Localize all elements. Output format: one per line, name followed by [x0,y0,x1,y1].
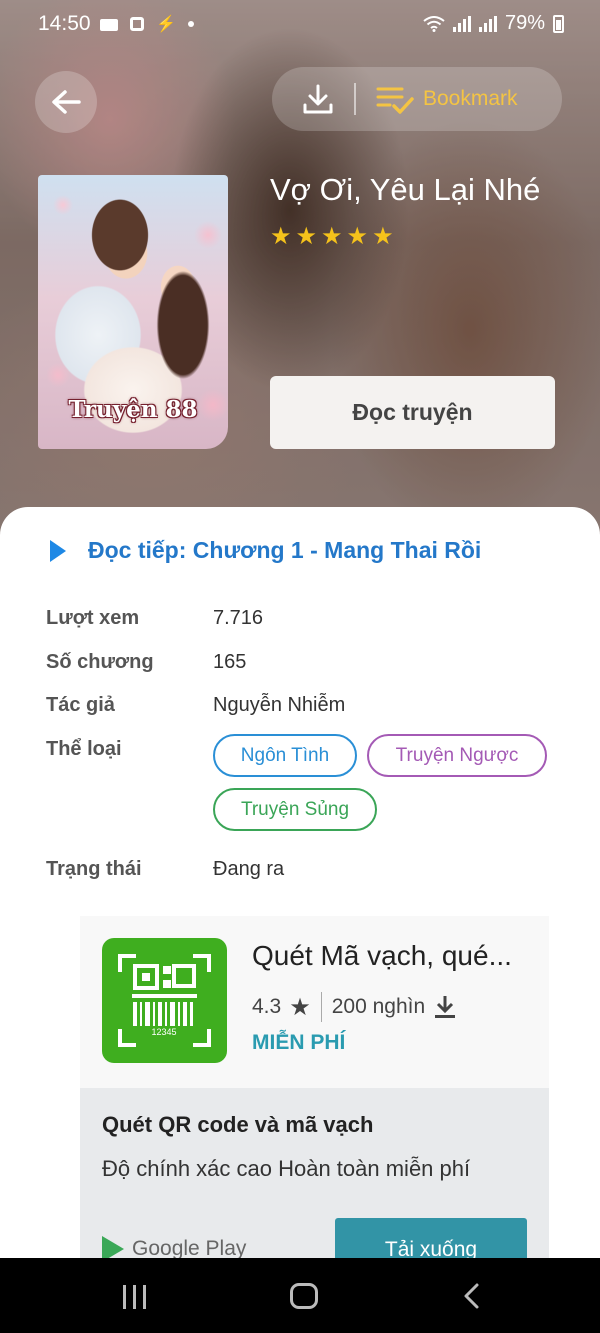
author-label: Tác giả [46,694,115,716]
ad-app-meta: 4.3 ★ 200 nghìn [252,992,457,1022]
book-cover: Truyện 88 [38,175,228,449]
chapters-value: 165 [213,651,247,673]
arrow-left-icon [52,90,81,114]
bookmark-button[interactable]: Bookmark [423,87,518,111]
status-time: 14:50 [38,12,91,35]
wifi-icon [423,15,445,32]
genre-label: Thể loại [46,738,122,760]
barcode-digits: 12345 [151,1027,176,1037]
pill-divider [354,83,356,115]
status-notification-icons: ⚡ [100,14,194,34]
ad-price: MIỄN PHÍ [252,1031,346,1054]
continue-reading-text: Đọc tiếp: Chương 1 - Mang Thai Rồi [88,537,482,563]
author-value[interactable]: Nguyễn Nhiễm [213,694,345,717]
recent-apps-button[interactable] [123,1285,146,1309]
more-notifications-dot-icon [187,21,194,27]
star-icon: ★ [321,223,343,250]
book-title: Vợ Ơi, Yêu Lại Nhé [270,172,541,207]
home-button[interactable] [290,1283,318,1309]
star-icon: ★ [346,223,369,250]
ad-description: Độ chính xác cao Hoàn toàn miễn phí [102,1156,471,1181]
video-camera-icon [100,19,118,31]
details-sheet: Đọc tiếp: Chương 1 - Mang Thai Rồi Lượt … [0,507,600,1267]
status-label: Trạng thái [46,858,142,880]
genre-tag[interactable]: Truyện Ngược [367,734,547,777]
action-pill: Bookmark [272,67,562,131]
flash-icon: ⚡ [156,16,176,33]
battery-percent: 79% [504,12,545,34]
battery-icon [553,14,564,33]
continue-reading-link[interactable]: Đọc tiếp: Chương 1 - Mang Thai Rồi [50,537,481,564]
genre-tag[interactable]: Ngôn Tình [213,734,357,777]
ad-description-area: Quét QR code và mã vạch Độ chính xác cao… [80,1088,549,1267]
status-value: Đang ra [213,858,285,880]
genre-tag[interactable]: Truyện Sủng [213,788,377,831]
cover-brand-text: Truyện 88 [68,396,198,423]
signal-icon [452,15,471,32]
read-button[interactable]: Đọc truyện [270,376,555,449]
meta-divider [320,992,322,1022]
status-bar: 14:50 ⚡ 79% [0,0,600,48]
system-navigation-bar [0,1258,600,1333]
ad-app-title[interactable]: Quét Mã vạch, qué... [252,940,512,972]
barcode-app-icon: 12345 [102,938,227,1063]
play-icon [50,539,66,562]
rating-stars: ★ ★ ★ ★ ★ [270,225,394,249]
star-icon: ★ [372,223,394,250]
notification-app-icon [130,17,144,31]
star-icon: ★ [289,993,311,1021]
back-button[interactable] [35,71,97,133]
ad-rating: 4.3 [252,995,282,1018]
status-system-icons: 79% [423,12,564,35]
views-value: 7.716 [213,607,264,629]
nav-back-button[interactable] [460,1282,484,1310]
download-icon [435,996,456,1018]
signal-icon-2 [478,15,497,32]
views-label: Lượt xem [46,607,140,629]
star-icon: ★ [295,223,318,250]
playlist-check-icon[interactable] [376,85,414,115]
ad-installs: 200 nghìn [331,995,426,1018]
download-icon[interactable] [302,83,334,115]
chapters-label: Số chương [46,651,154,673]
ad-headline: Quét QR code và mã vạch [102,1112,374,1137]
ad-banner[interactable]: 12345 Quét Mã vạch, qué... 4.3 ★ 200 ngh… [80,916,549,1267]
qr-barcode-icon: 12345 [118,954,211,1047]
star-icon: ★ [270,223,292,250]
